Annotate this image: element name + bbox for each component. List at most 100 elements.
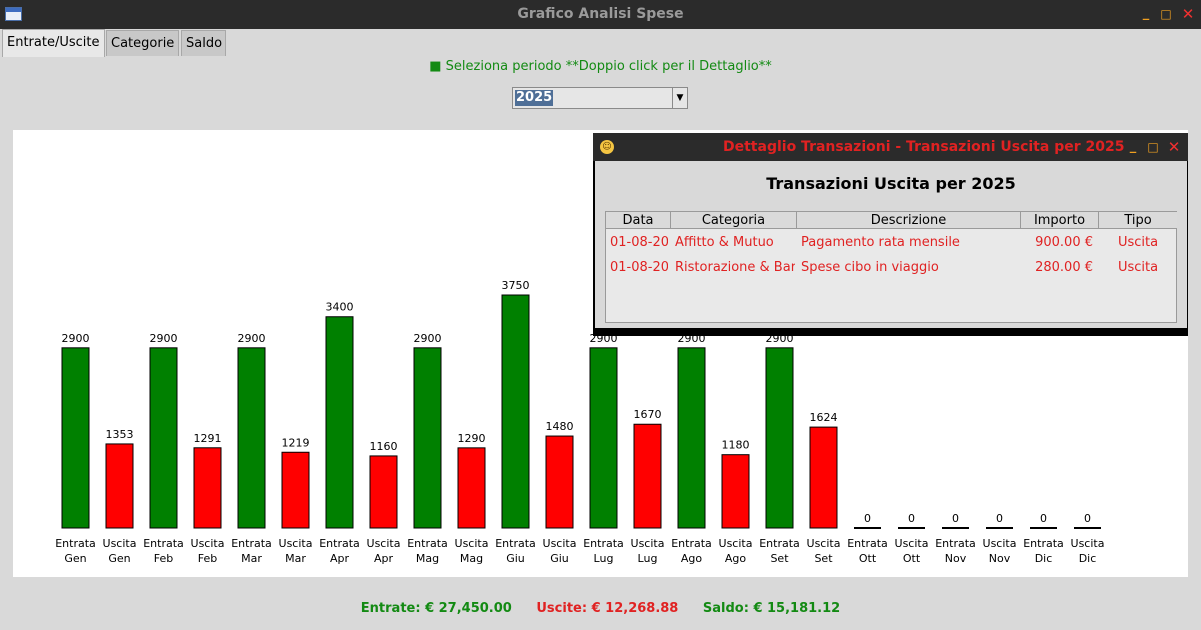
chart-category-label: Uscita [631,537,665,550]
chart-bar[interactable] [589,347,618,529]
chart-bar-group[interactable]: 1624 Uscita Set [807,411,841,565]
window-titlebar[interactable]: Grafico Analisi Spese _ □ ✕ [0,0,1201,29]
chart-bar-group[interactable]: 2900 Entrata Feb [143,332,184,565]
chart-bar[interactable] [721,454,750,529]
chart-bar-group[interactable]: 0 Uscita Ott [895,512,929,565]
chart-bar[interactable] [325,316,354,529]
chart-category-label: Giu [550,552,569,565]
chart-bar[interactable] [1074,527,1101,529]
chart-bar-group[interactable]: 2900 Entrata Mar [231,332,272,565]
period-select[interactable]: 2025 ▼ [512,87,688,109]
chart-bar-group[interactable]: 0 Uscita Dic [1071,512,1105,565]
chart-bar-group[interactable]: 1180 Uscita Ago [719,439,753,565]
chart-bar-group[interactable]: 0 Entrata Dic [1023,512,1064,565]
chart-bar[interactable] [281,451,310,529]
chart-value-label: 0 [996,512,1003,525]
chart-category-label: Feb [198,552,217,565]
chart-bar[interactable] [765,347,794,529]
chart-bar[interactable] [61,347,90,529]
minimize-icon[interactable]: _ [1137,4,1155,24]
chart-category-label: Ago [681,552,703,565]
summary-uscite: Uscite: € 12,268.88 [536,601,679,616]
tab-saldo[interactable]: Saldo [181,30,226,56]
minimize-icon[interactable]: _ [1124,137,1142,157]
cell-descrizione: Spese cibo in viaggio [801,260,939,275]
chart-value-label: 2900 [414,332,442,345]
chart-value-label: 0 [908,512,915,525]
column-header-tipo[interactable]: Tipo [1099,212,1177,229]
detail-heading: Transazioni Uscita per 2025 [766,174,1016,193]
chart-bar[interactable] [105,443,134,529]
chart-value-label: 2900 [150,332,178,345]
chart-bar[interactable] [677,347,706,529]
chart-bar-group[interactable]: 0 Entrata Nov [935,512,976,565]
period-hint: ■ Seleziona periodo **Doppio click per i… [429,59,772,74]
tab-entrate-uscite[interactable]: Entrate/Uscite [2,29,105,57]
totals-summary: Entrate: € 27,450.00 Uscite: € 12,268.88… [0,601,1201,616]
column-header-descrizione[interactable]: Descrizione [797,212,1021,229]
chart-value-label: 0 [864,512,871,525]
chart-bar-group[interactable]: 1353 Uscita Gen [103,428,137,565]
cell-importo: 900.00 € [1035,235,1093,250]
tab-categorie[interactable]: Categorie [106,30,179,56]
chart-category-label: Uscita [279,537,313,550]
chart-bar-group[interactable]: 3750 Entrata Giu [495,279,536,565]
chart-bar[interactable] [633,423,662,529]
chart-bar-group[interactable]: 0 Uscita Nov [983,512,1017,565]
maximize-icon[interactable]: □ [1144,137,1162,157]
cell-importo: 280.00 € [1035,260,1093,275]
chart-bar-group[interactable]: 2900EntrataLug [583,332,624,565]
chart-category-label: Entrata [143,537,184,550]
detail-dialog-titlebar[interactable]: ☺ Dettaglio Transazioni - Transazioni Us… [593,133,1188,161]
chart-bar[interactable] [149,347,178,529]
chart-category-label: Nov [945,552,967,565]
chart-category-label: Entrata [407,537,448,550]
chart-bar[interactable] [457,447,486,529]
chart-category-label: Entrata [759,537,800,550]
chart-category-label: Lug [594,552,614,565]
chart-bar[interactable] [413,347,442,529]
chart-bar-group[interactable]: 1160 Uscita Apr [367,440,401,565]
chart-category-label: Ott [859,552,877,565]
chart-bar-group[interactable]: 1219 Uscita Mar [279,436,313,565]
chart-bar[interactable] [809,426,838,529]
chart-bar-group[interactable]: 2900EntrataSet [759,332,800,565]
chart-bar[interactable] [501,294,530,529]
chart-bar[interactable] [545,435,574,529]
chart-value-label: 1180 [722,439,750,452]
chart-category-label: Ott [903,552,921,565]
chart-bar[interactable] [898,527,925,529]
chart-bar[interactable] [369,455,398,529]
chart-bar-group[interactable]: 2900EntrataAgo [671,332,712,565]
chart-bar-group[interactable]: 1290 Uscita Mag [455,432,489,565]
close-icon[interactable]: ✕ [1179,4,1197,24]
chart-bar-group[interactable]: 1291 Uscita Feb [191,432,225,565]
maximize-icon[interactable]: □ [1157,4,1175,24]
chart-category-label: Mar [241,552,262,565]
chart-bar[interactable] [854,527,881,529]
chart-category-label: Uscita [807,537,841,550]
chart-bar[interactable] [193,447,222,529]
chart-bar[interactable] [237,347,266,529]
chart-bar-group[interactable]: 2900 Entrata Gen [55,332,96,565]
dropdown-arrow-icon[interactable]: ▼ [672,88,687,108]
chart-bar-group[interactable]: 3400 Entrata Apr [319,301,360,565]
chart-bar[interactable] [986,527,1013,529]
chart-bar-group[interactable]: 0 Entrata Ott [847,512,888,565]
chart-bar[interactable] [1030,527,1057,529]
cell-tipo: Uscita [1117,235,1159,250]
column-header-categoria[interactable]: Categoria [671,212,797,229]
transactions-table[interactable]: Data Categoria Descrizione Importo Tipo … [605,211,1177,323]
chart-category-label: Lug [638,552,658,565]
detail-dialog[interactable]: ☺ Dettaglio Transazioni - Transazioni Us… [593,133,1188,336]
chart-bar-group[interactable]: 1670 Uscita Lug [631,408,665,565]
chart-bar[interactable] [942,527,969,529]
chart-bar-group[interactable]: 1480 Uscita Giu [543,420,577,565]
close-icon[interactable]: ✕ [1165,137,1183,157]
chart-category-label: Entrata [1023,537,1064,550]
chart-bar-group[interactable]: 2900 Entrata Mag [407,332,448,565]
detail-dialog-title: Dettaglio Transazioni - Transazioni Usci… [723,139,1125,155]
chart-category-label: Entrata [495,537,536,550]
column-header-data[interactable]: Data [606,212,671,229]
column-header-importo[interactable]: Importo [1021,212,1099,229]
